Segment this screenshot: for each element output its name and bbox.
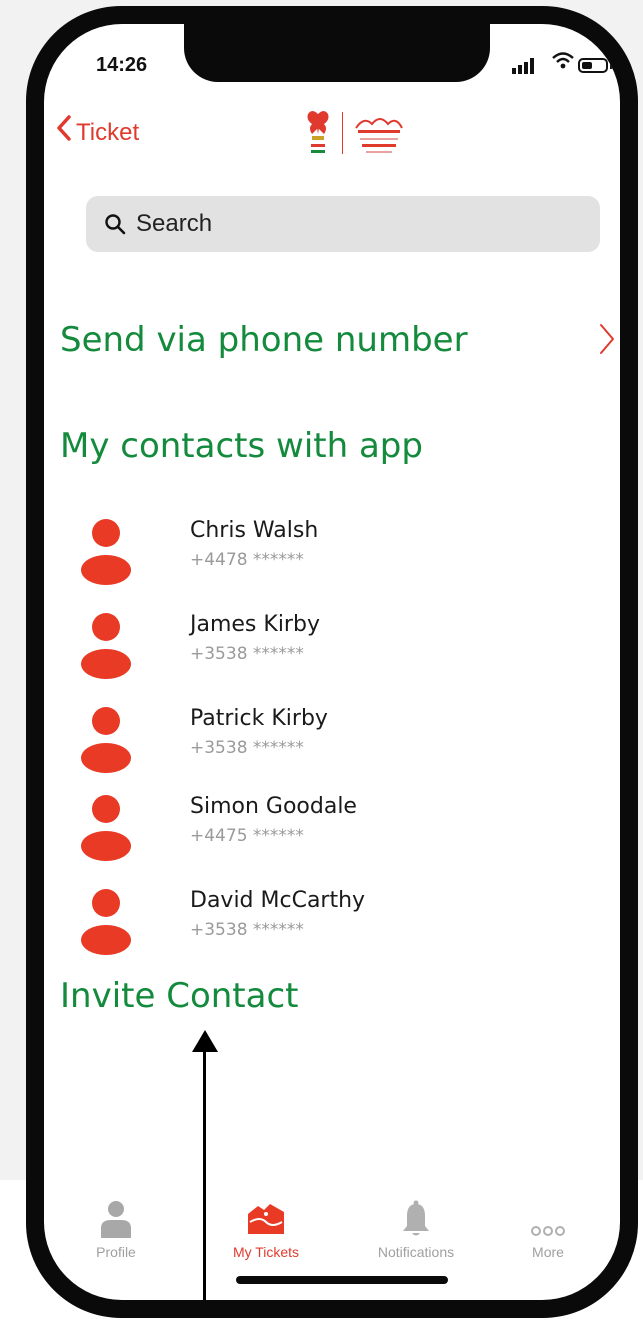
- chevron-right-icon: [600, 324, 614, 354]
- contact-phone: +3538 ******: [190, 738, 304, 758]
- contact-item[interactable]: David McCarthy +3538 ******: [80, 888, 580, 958]
- contact-avatar-icon: [81, 519, 131, 585]
- status-icons: [512, 52, 620, 78]
- back-button[interactable]: Ticket: [56, 114, 140, 149]
- tab-label: Profile: [96, 1244, 136, 1260]
- search-icon: [105, 214, 126, 235]
- bell-icon: [403, 1200, 429, 1236]
- search-input[interactable]: Search: [86, 196, 600, 252]
- ticket-icon: [248, 1204, 284, 1234]
- contact-avatar-icon: [81, 795, 131, 861]
- contact-name: Simon Goodale: [190, 794, 357, 819]
- tab-label: More: [532, 1244, 564, 1260]
- contact-name: David McCarthy: [190, 888, 366, 913]
- tab-bar: Profile My Tickets Notifications More: [44, 1194, 620, 1284]
- wifi-icon: [552, 52, 574, 76]
- contact-phone: +3538 ******: [190, 644, 304, 664]
- tab-my-tickets[interactable]: My Tickets: [194, 1194, 338, 1260]
- contact-phone: +4478 ******: [190, 550, 304, 570]
- contacts-section-title: My contacts with app: [60, 426, 423, 466]
- phone-frame: 14:26 Ticket Search Send via phone numbe…: [26, 6, 638, 1318]
- more-icon: [531, 1226, 565, 1236]
- principality-logo: [355, 118, 403, 153]
- home-indicator: [236, 1276, 448, 1284]
- tab-label: My Tickets: [232, 1244, 300, 1260]
- tab-more[interactable]: More: [476, 1194, 620, 1260]
- tab-label: Notifications: [377, 1244, 455, 1260]
- contact-avatar-icon: [81, 707, 131, 773]
- contact-avatar-icon: [81, 889, 131, 955]
- contact-phone: +3538 ******: [190, 920, 304, 940]
- tab-profile[interactable]: Profile: [44, 1194, 188, 1260]
- invite-contact-link[interactable]: Invite Contact: [60, 976, 298, 1016]
- tab-notifications[interactable]: Notifications: [344, 1194, 488, 1260]
- contact-name: Patrick Kirby: [190, 706, 328, 731]
- contact-item[interactable]: Patrick Kirby +3538 ******: [80, 706, 580, 776]
- annotation-arrow-line: [203, 1046, 206, 1300]
- notch: [184, 24, 490, 82]
- contact-name: James Kirby: [190, 612, 320, 637]
- send-via-phone-row[interactable]: Send via phone number: [60, 320, 616, 364]
- wru-logo: [307, 111, 329, 153]
- contact-name: Chris Walsh: [190, 518, 319, 543]
- contact-phone: +4475 ******: [190, 826, 304, 846]
- battery-tip: [610, 63, 613, 69]
- contact-item[interactable]: James Kirby +3538 ******: [80, 612, 580, 682]
- search-placeholder: Search: [136, 210, 213, 237]
- header-logos: [294, 108, 406, 158]
- contact-item[interactable]: Chris Walsh +4478 ******: [80, 518, 580, 588]
- battery-icon: [578, 58, 608, 73]
- status-time: 14:26: [96, 54, 148, 76]
- contact-item[interactable]: Simon Goodale +4475 ******: [80, 794, 580, 864]
- person-icon: [101, 1201, 131, 1238]
- logo-divider: [342, 112, 343, 154]
- phone-screen: 14:26 Ticket Search Send via phone numbe…: [44, 24, 620, 1300]
- chevron-left-icon: [56, 114, 72, 147]
- back-label: Ticket: [76, 118, 140, 146]
- send-via-phone-label: Send via phone number: [60, 320, 468, 360]
- annotation-arrow-head: [192, 1030, 218, 1052]
- contact-avatar-icon: [81, 613, 131, 679]
